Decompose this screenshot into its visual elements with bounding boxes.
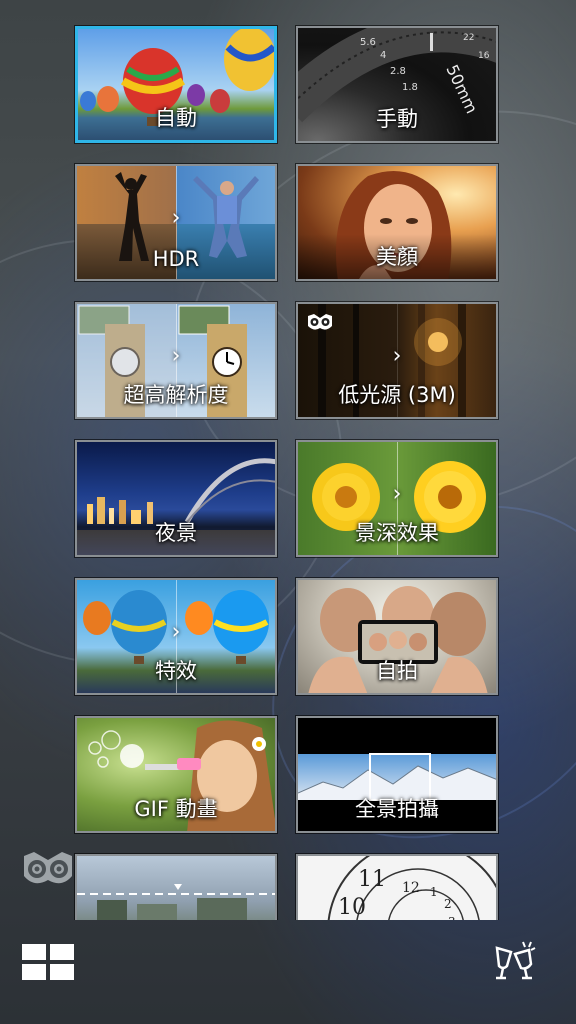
- mode-tile-night[interactable]: 夜景: [75, 440, 277, 557]
- time-lapse-thumbnail: 10 11 12 1 2 3: [298, 856, 496, 920]
- chevron-right-icon: ›: [171, 343, 181, 368]
- lens-number: 5.6: [360, 37, 376, 48]
- mode-label: 低光源 (3M): [338, 383, 456, 407]
- mode-tile-hdr[interactable]: › HDR: [75, 164, 277, 281]
- mode-label: 美顏: [376, 245, 418, 269]
- clock-number: 1: [430, 885, 438, 899]
- mode-label: 特效: [155, 659, 197, 683]
- mode-label: GIF 動畫: [134, 797, 218, 821]
- lens-number: 16: [478, 51, 490, 61]
- chevron-right-icon: ›: [392, 481, 402, 506]
- mode-label: 自拍: [376, 659, 418, 683]
- clock-number: 12: [402, 880, 420, 896]
- mode-tile-super-resolution[interactable]: › 超高解析度: [75, 302, 277, 419]
- chevron-right-icon: ›: [171, 205, 181, 230]
- mode-tile-depth-of-field[interactable]: › 景深效果: [296, 440, 498, 557]
- mode-tile-gif[interactable]: GIF 動畫: [75, 716, 277, 833]
- owl-icon[interactable]: [22, 850, 74, 892]
- mode-label: 手動: [376, 107, 418, 131]
- mode-tile-panorama[interactable]: 全景拍攝: [296, 716, 498, 833]
- mode-label: HDR: [152, 247, 200, 271]
- mode-tile-selfie[interactable]: 自拍: [296, 578, 498, 695]
- camera-mode-grid: 自動 5.6 4 2.8 1.8 50mm 22 16 手動 › HDR 美顏 …: [0, 0, 576, 920]
- mode-tile-beauty[interactable]: 美顏: [296, 164, 498, 281]
- clock-number: 10: [338, 895, 366, 920]
- owl-icon: [306, 312, 334, 336]
- grid-view-icon[interactable]: [22, 944, 74, 984]
- mode-label: 自動: [155, 106, 197, 130]
- mode-tile-low-light[interactable]: › 低光源 (3M): [296, 302, 498, 419]
- mode-tile-manual[interactable]: 5.6 4 2.8 1.8 50mm 22 16 手動: [296, 26, 498, 143]
- clock-number: 3: [448, 915, 456, 920]
- lens-number: 2.8: [390, 66, 406, 77]
- mode-tile-time-lapse[interactable]: 10 11 12 1 2 3: [296, 854, 498, 920]
- mode-label: 景深效果: [355, 521, 439, 545]
- chevron-right-icon: ›: [392, 343, 402, 368]
- mode-tile-miniature[interactable]: [75, 854, 277, 920]
- miniature-thumbnail: [77, 856, 275, 920]
- mode-label: 超高解析度: [123, 383, 229, 407]
- lens-number: 1.8: [402, 82, 418, 93]
- lens-number: 22: [463, 33, 474, 43]
- mode-label: 夜景: [155, 521, 197, 545]
- toast-glasses-icon[interactable]: [493, 940, 541, 986]
- mode-label: 全景拍攝: [355, 797, 439, 821]
- mode-tile-auto[interactable]: 自動: [75, 26, 277, 143]
- clock-number: 2: [444, 897, 452, 911]
- clock-number: 11: [358, 867, 386, 892]
- lens-number: 4: [380, 50, 386, 61]
- mode-tile-effects[interactable]: › 特效: [75, 578, 277, 695]
- chevron-right-icon: ›: [171, 619, 181, 644]
